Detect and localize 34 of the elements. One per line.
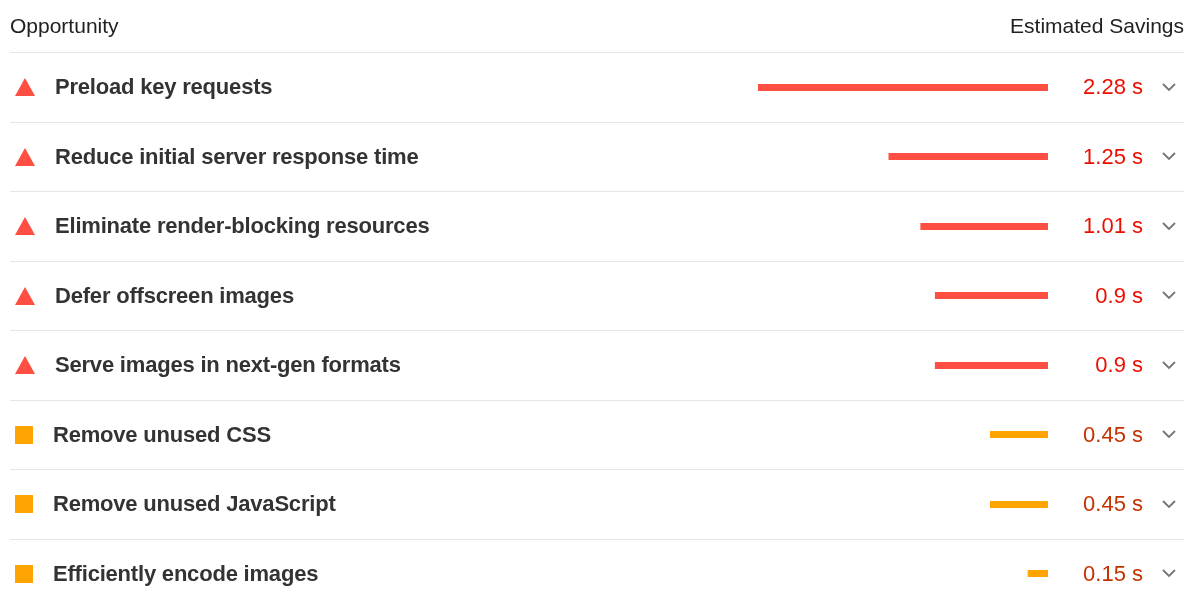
chevron-icon[interactable] (1162, 569, 1176, 579)
audit-title[interactable]: Eliminate render-blocking resources (55, 213, 758, 240)
savings-value: 0.45 s (1082, 421, 1143, 448)
chevron-icon[interactable] (1162, 430, 1176, 440)
square-icon (15, 564, 33, 583)
warning-triangle-icon (15, 356, 35, 375)
column-header: Opportunity (10, 14, 119, 38)
warning-triangle-icon (15, 286, 35, 305)
square-icon (15, 425, 33, 444)
savings-value: 0.15 s (1082, 560, 1143, 587)
audit-title[interactable]: Reduce initial server response time (55, 143, 758, 170)
audit-title[interactable]: Preload key requests (55, 74, 758, 101)
audit-title[interactable]: Remove unused CSS (53, 421, 758, 448)
warning-triangle-icon (15, 78, 35, 97)
savings-value: 0.9 s (1094, 282, 1143, 309)
square-icon (15, 495, 33, 514)
savings-value: 0.9 s (1094, 352, 1143, 379)
savings-value: 1.25 s (1082, 143, 1143, 170)
chevron-icon[interactable] (1162, 221, 1176, 231)
audit-title[interactable]: Remove unused JavaScript (53, 491, 758, 518)
savings-value: 2.28 s (1082, 74, 1143, 101)
savings-value: 0.45 s (1082, 491, 1143, 518)
chevron-icon[interactable] (1162, 360, 1176, 370)
savings-value: 1.01 s (1082, 213, 1143, 240)
chevron-icon[interactable] (1162, 499, 1176, 509)
column-header: Estimated Savings (1010, 14, 1184, 38)
audit-title[interactable]: Serve images in next-gen formats (55, 352, 758, 379)
chevron-icon[interactable] (1162, 291, 1176, 301)
warning-triangle-icon (15, 147, 35, 166)
audit-title[interactable]: Defer offscreen images (55, 282, 758, 309)
chevron-icon[interactable] (1162, 152, 1176, 162)
chevron-icon[interactable] (1162, 82, 1176, 92)
warning-triangle-icon (15, 217, 35, 236)
audit-title[interactable]: Efficiently encode images (53, 560, 758, 587)
